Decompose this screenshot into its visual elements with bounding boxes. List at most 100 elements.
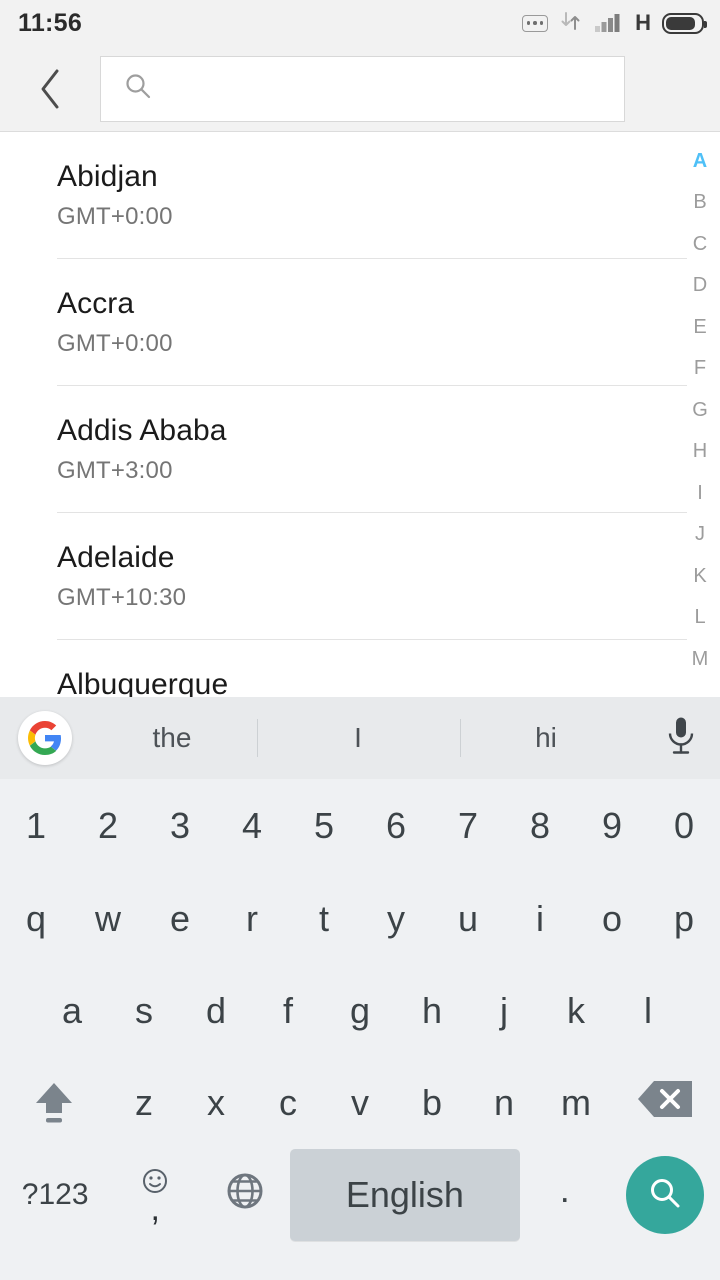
key-a[interactable]: a [36,965,108,1057]
globe-language-icon [223,1169,267,1222]
city-name: Addis Ababa [57,414,227,447]
key-b[interactable]: b [396,1057,468,1149]
shift-key[interactable] [0,1057,108,1149]
key-s[interactable]: s [108,965,180,1057]
keyboard-row-top: q w e r t y u i o p [0,873,720,965]
keyboard-row-function: ?123 , English . [0,1149,720,1241]
microphone-icon[interactable] [664,714,698,763]
key-r[interactable]: r [216,873,288,965]
list-item[interactable]: Accra GMT+0:00 [0,259,720,386]
search-icon [123,71,153,106]
phone-screen: 11:56 H Abidjan GMT+0:00 Accra GMT+0:00 … [0,0,720,1280]
key-i[interactable]: i [504,873,576,965]
alpha-index-letter-m[interactable]: M [680,638,720,680]
city-name: Abidjan [57,160,158,193]
on-screen-keyboard: the I hi 1 2 3 4 5 6 7 8 9 0 q w e r t y… [0,697,720,1280]
backspace-key[interactable] [612,1057,720,1149]
keyboard-row-numbers: 1 2 3 4 5 6 7 8 9 0 [0,779,720,873]
list-item[interactable]: Adelaide GMT+10:30 [0,513,720,640]
search-header [0,46,720,132]
alpha-index-letter-b[interactable]: B [680,182,720,224]
city-offset: GMT+3:00 [57,457,173,485]
key-n[interactable]: n [468,1057,540,1149]
key-z[interactable]: z [108,1057,180,1149]
language-switch-key[interactable] [200,1149,290,1241]
alpha-index-letter-a[interactable]: A [680,140,720,182]
key-5[interactable]: 5 [288,779,360,873]
key-3[interactable]: 3 [144,779,216,873]
key-o[interactable]: o [576,873,648,965]
key-m[interactable]: m [540,1057,612,1149]
key-j[interactable]: j [468,965,540,1057]
key-t[interactable]: t [288,873,360,965]
comma-label: , [150,1190,160,1228]
suggestion-i[interactable]: I [258,697,458,779]
suggestion-bar: the I hi [0,697,720,779]
alpha-index-letter-l[interactable]: L [680,597,720,639]
more-dots-icon [521,14,549,32]
alphabet-index-scrubber[interactable]: A B C D E F G H I J K L M [680,140,720,700]
alpha-index-letter-h[interactable]: H [680,431,720,473]
key-c[interactable]: c [252,1057,324,1149]
data-transfer-icon [559,9,583,38]
alpha-index-letter-i[interactable]: I [680,472,720,514]
status-icons-group: H [521,9,707,38]
search-enter-key[interactable] [625,1156,704,1234]
list-item[interactable]: Addis Ababa GMT+3:00 [0,386,720,513]
key-u[interactable]: u [432,873,504,965]
alpha-index-letter-k[interactable]: K [680,555,720,597]
key-q[interactable]: q [0,873,72,965]
shift-icon [26,1071,82,1136]
google-g-logo[interactable] [18,711,72,765]
key-w[interactable]: w [72,873,144,965]
key-h[interactable]: h [396,965,468,1057]
key-l[interactable]: l [612,965,684,1057]
key-f[interactable]: f [252,965,324,1057]
search-box[interactable] [100,55,625,122]
key-7[interactable]: 7 [432,779,504,873]
city-name: Albuquerque [57,668,229,697]
suggestion-the[interactable]: the [88,697,256,779]
key-v[interactable]: v [324,1057,396,1149]
keyboard-row-home: a s d f g h j k l [0,965,720,1057]
city-name: Adelaide [57,541,175,574]
city-name: Accra [57,287,135,320]
status-clock: 11:56 [18,8,83,37]
list-item[interactable]: Albuquerque [0,640,720,697]
list-item[interactable]: Abidjan GMT+0:00 [0,132,720,259]
network-type-label: H [635,10,651,35]
alpha-index-letter-d[interactable]: D [680,265,720,307]
chevron-left-icon [35,66,65,112]
period-key[interactable]: . [520,1149,610,1241]
key-0[interactable]: 0 [648,779,720,873]
alpha-index-letter-f[interactable]: F [680,348,720,390]
city-offset: GMT+0:00 [57,330,173,358]
city-offset: GMT+0:00 [57,203,173,231]
key-6[interactable]: 6 [360,779,432,873]
alpha-index-letter-j[interactable]: J [680,514,720,556]
key-4[interactable]: 4 [216,779,288,873]
key-p[interactable]: p [648,873,720,965]
signal-bars-icon [594,9,624,38]
enter-key-wrapper [610,1156,720,1234]
key-g[interactable]: g [324,965,396,1057]
city-list[interactable]: Abidjan GMT+0:00 Accra GMT+0:00 Addis Ab… [0,132,720,697]
key-y[interactable]: y [360,873,432,965]
key-2[interactable]: 2 [72,779,144,873]
alpha-index-letter-c[interactable]: C [680,223,720,265]
key-k[interactable]: k [540,965,612,1057]
alpha-index-letter-g[interactable]: G [680,389,720,431]
key-1[interactable]: 1 [0,779,72,873]
comma-key[interactable]: , [110,1149,200,1241]
search-input[interactable] [167,56,624,121]
key-e[interactable]: e [144,873,216,965]
suggestion-hi[interactable]: hi [461,697,631,779]
back-button[interactable] [0,46,100,132]
key-d[interactable]: d [180,965,252,1057]
key-8[interactable]: 8 [504,779,576,873]
space-key[interactable]: English [289,1149,520,1241]
key-9[interactable]: 9 [576,779,648,873]
alpha-index-letter-e[interactable]: E [680,306,720,348]
symbols-key[interactable]: ?123 [0,1149,110,1241]
key-x[interactable]: x [180,1057,252,1149]
